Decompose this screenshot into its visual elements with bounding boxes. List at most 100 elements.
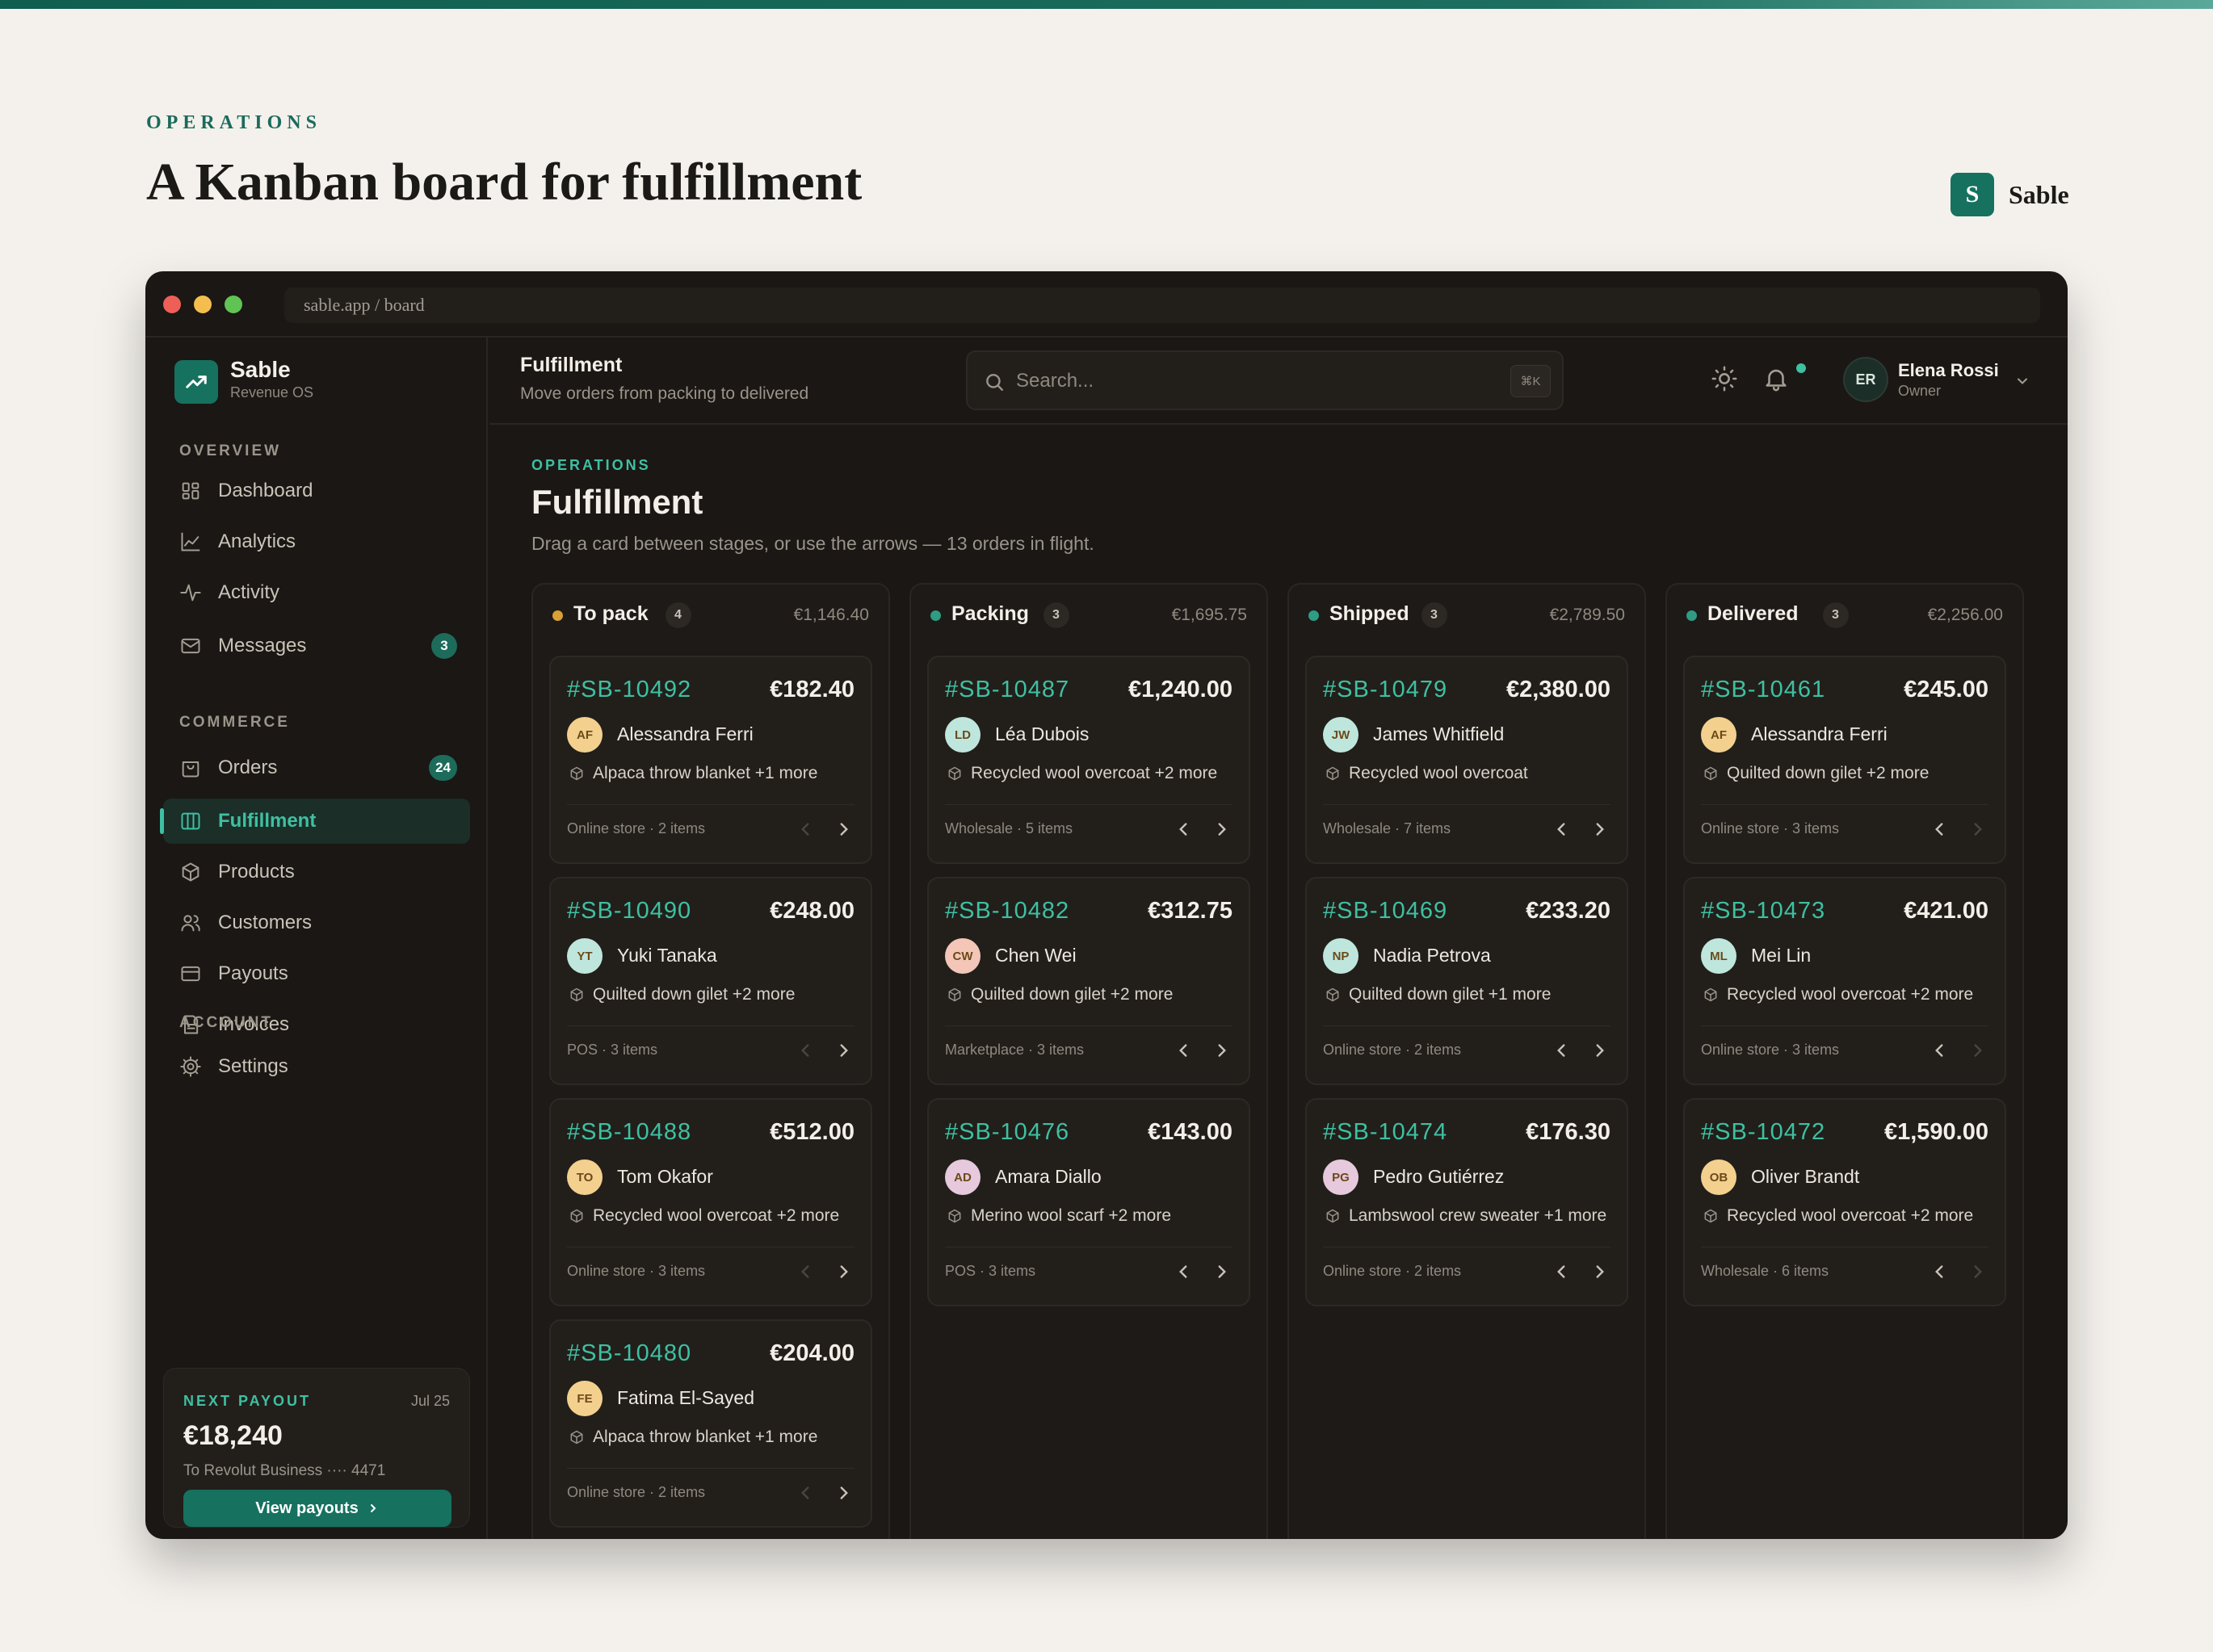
- move-back-chevron-left-icon[interactable]: [1551, 1261, 1572, 1282]
- sidebar-item-payouts[interactable]: Payouts: [163, 951, 470, 996]
- order-card[interactable]: #SB-10474 €176.30 PG Pedro Gutiérrez Lambswo…: [1305, 1098, 1628, 1306]
- minimize-window-button[interactable]: [194, 296, 212, 313]
- order-card[interactable]: #SB-10490 €248.00 YT Yuki Tanaka Quilted dow…: [549, 877, 872, 1085]
- move-back-chevron-left-icon: [795, 1040, 816, 1061]
- move-forward-chevron-right-icon[interactable]: [1211, 1261, 1232, 1282]
- order-id[interactable]: #SB-10490: [567, 898, 691, 925]
- sidebar-item-settings[interactable]: Settings: [163, 1044, 470, 1089]
- app-logo-icon[interactable]: [174, 360, 218, 404]
- order-card[interactable]: #SB-10469 €233.20 NP Nadia Petrova Quilted d…: [1305, 877, 1628, 1085]
- sidebar-item-fulfillment[interactable]: Fulfillment: [160, 799, 470, 844]
- payout-destination: To Revolut Business ···· 4471: [183, 1462, 386, 1479]
- notification-dot: [1796, 363, 1806, 373]
- order-card[interactable]: #SB-10479 €2,380.00 JW James Whitfield Recyc…: [1305, 656, 1628, 864]
- order-card[interactable]: #SB-10473 €421.00 ML Mei Lin Recycled wool o…: [1683, 877, 2006, 1085]
- maximize-window-button[interactable]: [225, 296, 242, 313]
- move-forward-chevron-right-icon[interactable]: [834, 1040, 855, 1061]
- customer-avatar: JW: [1323, 717, 1358, 753]
- pulse-icon: [180, 584, 201, 602]
- column-count-badge: 3: [1421, 602, 1447, 628]
- kanban-column-to-pack: To pack 4 €1,146.40 #SB-10492 €182.40 AF Aless…: [531, 583, 890, 1539]
- order-id[interactable]: #SB-10461: [1701, 677, 1825, 703]
- move-back-chevron-left-icon: [795, 1482, 816, 1503]
- move-back-chevron-left-icon[interactable]: [1929, 819, 1950, 840]
- chevron-down-icon[interactable]: [2014, 373, 2030, 389]
- card-divider: [945, 1025, 1232, 1026]
- top-accent-bar: [0, 0, 2213, 9]
- move-forward-chevron-right-icon[interactable]: [834, 1261, 855, 1282]
- move-forward-chevron-right-icon[interactable]: [1211, 819, 1232, 840]
- move-back-chevron-left-icon[interactable]: [1173, 819, 1194, 840]
- sidebar-item-dashboard[interactable]: Dashboard: [163, 468, 470, 514]
- order-card[interactable]: #SB-10488 €512.00 TO Tom Okafor Recycled woo…: [549, 1098, 872, 1306]
- order-card[interactable]: #SB-10476 €143.00 AD Amara Diallo Merino woo…: [927, 1098, 1250, 1306]
- order-id[interactable]: #SB-10473: [1701, 898, 1825, 925]
- url-bar[interactable]: sable.app / board: [284, 287, 2040, 323]
- content-title: Fulfillment: [531, 483, 703, 521]
- move-forward-chevron-right-icon[interactable]: [834, 819, 855, 840]
- order-card[interactable]: #SB-10492 €182.40 AF Alessandra Ferri Alpaca…: [549, 656, 872, 864]
- move-back-chevron-left-icon[interactable]: [1929, 1261, 1950, 1282]
- order-id[interactable]: #SB-10474: [1323, 1119, 1447, 1146]
- gear-icon: [180, 1056, 201, 1077]
- move-back-chevron-left-icon[interactable]: [1551, 819, 1572, 840]
- user-avatar[interactable]: ER: [1843, 357, 1888, 402]
- package-icon: [1704, 1209, 1717, 1223]
- order-card[interactable]: #SB-10461 €245.00 AF Alessandra Ferri Quilte…: [1683, 656, 2006, 864]
- close-window-button[interactable]: [163, 296, 181, 313]
- stage-status-dot: [552, 610, 563, 621]
- move-back-chevron-left-icon[interactable]: [1173, 1040, 1194, 1061]
- order-card[interactable]: #SB-10480 €204.00 FE Fatima El-Sayed Alpaca …: [549, 1319, 872, 1528]
- sidebar-item-analytics[interactable]: Analytics: [163, 519, 470, 564]
- move-back-chevron-left-icon[interactable]: [1173, 1261, 1194, 1282]
- order-id[interactable]: #SB-10492: [567, 677, 691, 703]
- move-forward-chevron-right-icon[interactable]: [1589, 819, 1610, 840]
- chevron-right-icon: [370, 1504, 376, 1512]
- sidebar-item-messages[interactable]: Messages 3: [163, 623, 470, 669]
- customer-avatar: OB: [1701, 1159, 1736, 1195]
- sidebar-item-activity[interactable]: Activity: [163, 570, 470, 615]
- order-card[interactable]: #SB-10482 €312.75 CW Chen Wei Quilted down g…: [927, 877, 1250, 1085]
- theme-toggle-sun-icon[interactable]: [1711, 365, 1738, 392]
- move-back-chevron-left-icon[interactable]: [1929, 1040, 1950, 1061]
- order-id[interactable]: #SB-10482: [945, 898, 1069, 925]
- view-payouts-label: View payouts: [255, 1499, 359, 1517]
- order-amount: €248.00: [770, 898, 855, 924]
- order-id[interactable]: #SB-10469: [1323, 898, 1447, 925]
- move-back-chevron-left-icon[interactable]: [1551, 1040, 1572, 1061]
- order-amount: €204.00: [770, 1340, 855, 1366]
- notifications-bell-icon[interactable]: [1762, 365, 1790, 392]
- move-forward-chevron-right-icon[interactable]: [1589, 1261, 1610, 1282]
- package-icon: [570, 987, 583, 1002]
- order-id[interactable]: #SB-10480: [567, 1340, 691, 1367]
- sidebar-item-label: Messages: [218, 635, 307, 656]
- kanban-column-delivered: Delivered 3 €2,256.00 #SB-10461 €245.00 AF Ale…: [1665, 583, 2024, 1539]
- search-input[interactable]: Search... ⌘K: [966, 350, 1564, 410]
- payout-label: NEXT PAYOUT: [183, 1393, 312, 1409]
- order-id[interactable]: #SB-10487: [945, 677, 1069, 703]
- move-forward-chevron-right-icon[interactable]: [1589, 1040, 1610, 1061]
- order-id[interactable]: #SB-10476: [945, 1119, 1069, 1146]
- move-forward-chevron-right-icon[interactable]: [834, 1482, 855, 1503]
- order-card[interactable]: #SB-10472 €1,590.00 OB Oliver Brandt Recycle…: [1683, 1098, 2006, 1306]
- sidebar-item-customers[interactable]: Customers: [163, 900, 470, 945]
- order-id[interactable]: #SB-10479: [1323, 677, 1447, 703]
- customer-avatar: AF: [567, 717, 603, 753]
- order-id[interactable]: #SB-10472: [1701, 1119, 1825, 1146]
- package-icon: [1326, 1209, 1339, 1223]
- move-forward-chevron-right-icon: [1967, 1040, 1988, 1061]
- order-id[interactable]: #SB-10488: [567, 1119, 691, 1146]
- customer-avatar: AD: [945, 1159, 981, 1195]
- column-title: Delivered: [1707, 602, 1799, 625]
- view-payouts-button[interactable]: View payouts: [183, 1490, 451, 1527]
- user-name[interactable]: Elena Rossi: [1898, 360, 1999, 381]
- move-forward-chevron-right-icon[interactable]: [1211, 1040, 1232, 1061]
- order-card[interactable]: #SB-10487 €1,240.00 LD Léa Dubois Recycled w…: [927, 656, 1250, 864]
- column-header: Delivered 3 €2,256.00: [1667, 585, 2022, 651]
- sidebar-item-products[interactable]: Products: [163, 849, 470, 895]
- sidebar-item-orders[interactable]: Orders 24: [163, 745, 470, 790]
- order-amount: €512.00: [770, 1119, 855, 1145]
- search-icon: [986, 374, 1003, 391]
- users-icon: [181, 915, 200, 932]
- column-title: To pack: [573, 602, 649, 625]
